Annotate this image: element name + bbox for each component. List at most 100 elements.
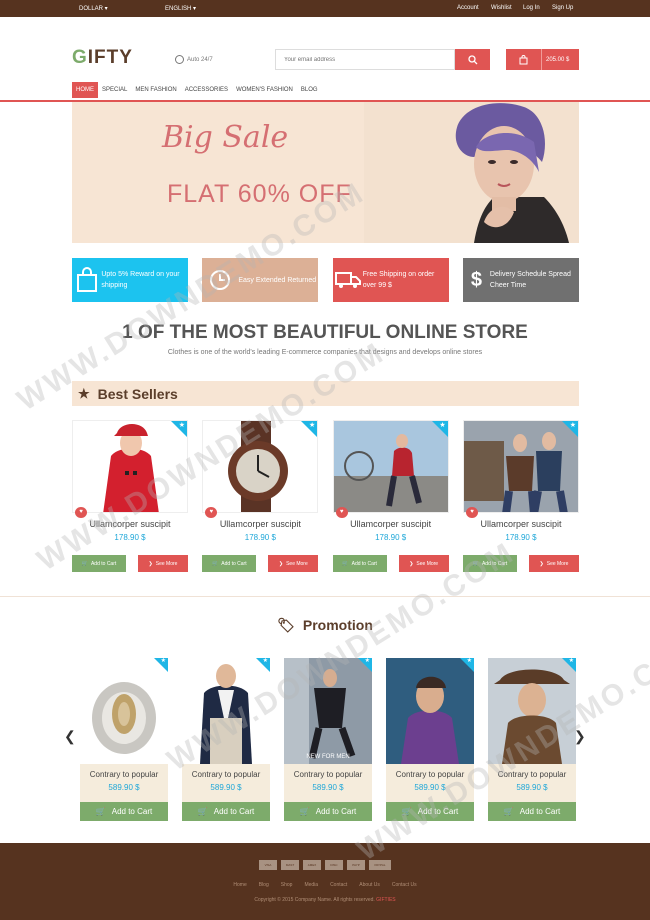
language-selector[interactable]: ENGLISH ▾ <box>165 5 196 12</box>
top-bar: DOLLAR ▾ ENGLISH ▾ Account Wishlist Log … <box>0 0 650 17</box>
add-to-cart-button[interactable]: 🛒 Add to Cart <box>386 802 474 821</box>
footer-link-about[interactable]: About Us <box>359 882 380 888</box>
truck-icon <box>333 271 363 289</box>
copyright-text: Copyright © 2015 Company Name. All right… <box>254 897 375 903</box>
feature-returns[interactable]: Easy Extended Returned <box>202 258 319 302</box>
product-card[interactable]: ★ ♥ Ullamcorper suscipit 178.90 $ 🛒 Add t… <box>72 420 188 573</box>
feature-returns-text: Easy Extended Returned <box>238 276 317 284</box>
product-price: 178.90 $ <box>244 533 276 542</box>
see-more-button[interactable]: ❯ See More <box>138 555 188 572</box>
product-name[interactable]: Ullamcorper suscipit <box>333 519 449 529</box>
footer-link-blog[interactable]: Blog <box>259 882 269 888</box>
payment-methods: VISA MAST AMEX DISC PAYP PAYPAL <box>259 860 391 870</box>
star-icon: ★ <box>309 422 316 429</box>
wishlist-heart-icon[interactable]: ♥ <box>205 507 218 518</box>
promo-name[interactable]: Contrary to popular <box>182 770 270 779</box>
main-nav: HOME SPECIAL MEN FASHION ACCESSORIES WOM… <box>72 82 322 98</box>
promo-name[interactable]: Contrary to popular <box>386 770 474 779</box>
see-more-button[interactable]: ❯ See More <box>528 555 579 572</box>
see-more-label: See More <box>286 560 308 567</box>
add-to-cart-button[interactable]: 🛒 Add to Cart <box>202 555 257 572</box>
promo-image[interactable]: NEW FOR MEN ★ <box>284 658 372 764</box>
carousel-prev-arrow-icon[interactable]: ❮ <box>64 728 76 745</box>
footer-link-contact-us[interactable]: Contact Us <box>392 882 417 888</box>
promo-card[interactable]: ★ Contrary to popular 589.90 $ 🛒 Add to C… <box>386 658 474 821</box>
product-name[interactable]: Ullamcorper suscipit <box>202 519 318 529</box>
nav-blog[interactable]: BLOG <box>297 82 322 98</box>
see-more-button[interactable]: ❯ See More <box>268 555 319 572</box>
currency-selector[interactable]: DOLLAR ▾ <box>79 5 108 12</box>
product-image[interactable]: ★ <box>332 420 449 513</box>
add-to-cart-button[interactable]: 🛒 Add to Cart <box>284 802 372 821</box>
promo-price: 589.90 $ <box>516 783 548 792</box>
add-to-cart-label: Add to Cart <box>417 807 459 816</box>
basket-icon: 🛒 <box>401 807 412 816</box>
promo-card[interactable]: NEW FOR MEN ★ Contrary to popular 589.90… <box>284 658 372 821</box>
product-card[interactable]: ★ ♥ Ullamcorper suscipit 178.90 $ 🛒 Add t… <box>462 420 579 573</box>
best-sellers-list: ★ ♥ Ullamcorper suscipit 178.90 $ 🛒 Add t… <box>72 420 579 573</box>
footer-link-home[interactable]: Home <box>233 882 246 888</box>
footer-link-media[interactable]: Media <box>304 882 318 888</box>
footer-link-contact[interactable]: Contact <box>330 882 347 888</box>
login-link[interactable]: Log In <box>523 5 540 11</box>
product-image[interactable]: ★ <box>462 420 579 513</box>
account-link[interactable]: Account <box>457 5 479 11</box>
best-sellers-title: Best Sellers <box>97 385 178 402</box>
add-to-cart-button[interactable]: 🛒 Add to Cart <box>332 555 387 572</box>
search-input[interactable] <box>275 49 455 70</box>
cart-button[interactable]: 205.00 $ <box>506 49 579 70</box>
product-card[interactable]: ★ ♥ Ullamcorper suscipit 178.90 $ 🛒 Add t… <box>202 420 319 573</box>
product-price: 178.90 $ <box>505 533 537 542</box>
hero-banner[interactable]: Big Sale FLAT 60% OFF <box>72 102 579 243</box>
feature-boxes: Upto 5% Reward on your shipping Easy Ext… <box>72 258 579 302</box>
see-more-label: See More <box>155 560 178 567</box>
promo-card[interactable]: ★ Contrary to popular 589.90 $ 🛒 Add to C… <box>488 658 576 821</box>
bag-icon <box>72 267 101 293</box>
add-to-cart-button[interactable]: 🛒 Add to Cart <box>182 802 270 821</box>
product-image[interactable]: ★ <box>72 420 188 513</box>
basket-icon: 🛒 <box>342 560 349 567</box>
nav-special[interactable]: SPECIAL <box>98 82 131 98</box>
promo-card[interactable]: ★ Contrary to popular 589.90 $ 🛒 Add to C… <box>80 658 168 821</box>
nav-womens-fashion[interactable]: WOMEN'S FASHION <box>232 82 297 98</box>
footer: VISA MAST AMEX DISC PAYP PAYPAL Home Blo… <box>0 843 650 920</box>
add-to-cart-button[interactable]: 🛒 Add to Cart <box>72 555 126 572</box>
feature-delivery[interactable]: $ Delivery Schedule Spread Cheer Time <box>462 258 579 302</box>
nav-accessories[interactable]: ACCESSORIES <box>181 82 232 98</box>
wishlist-heart-icon[interactable]: ♥ <box>335 507 348 518</box>
footer-brand[interactable]: GIFTIES <box>376 897 395 903</box>
wishlist-heart-icon[interactable]: ♥ <box>75 507 87 518</box>
banner-title: Big Sale <box>162 120 289 155</box>
add-to-cart-button[interactable]: 🛒 Add to Cart <box>80 802 168 821</box>
add-to-cart-button[interactable]: 🛒 Add to Cart <box>488 802 576 821</box>
promo-card[interactable]: ★ Contrary to popular 589.90 $ 🛒 Add to C… <box>182 658 270 821</box>
see-more-label: See More <box>416 560 439 567</box>
banner-subtitle: FLAT 60% OFF <box>167 180 352 208</box>
star-icon: ★ <box>160 658 166 664</box>
promo-image[interactable]: ★ <box>80 658 168 764</box>
promo-name[interactable]: Contrary to popular <box>488 770 576 779</box>
promo-name[interactable]: Contrary to popular <box>284 770 372 779</box>
promo-image[interactable]: ★ <box>386 658 474 764</box>
product-name[interactable]: Ullamcorper suscipit <box>463 519 579 529</box>
footer-link-shop[interactable]: Shop <box>281 882 293 888</box>
nav-home[interactable]: HOME <box>72 82 98 98</box>
signup-link[interactable]: Sign Up <box>552 5 573 11</box>
see-more-button[interactable]: ❯ See More <box>398 555 449 572</box>
promo-image[interactable]: ★ <box>488 658 576 764</box>
star-icon: ★ <box>262 658 268 664</box>
feature-shipping[interactable]: Free Shipping on order over 99 $ <box>332 258 449 302</box>
product-image[interactable]: ★ <box>202 420 319 513</box>
star-icon: ★ <box>568 658 574 664</box>
promo-name[interactable]: Contrary to popular <box>80 770 168 779</box>
promo-image[interactable]: ★ <box>182 658 270 764</box>
search-button[interactable] <box>455 49 490 70</box>
feature-reward[interactable]: Upto 5% Reward on your shipping <box>72 258 188 302</box>
product-card[interactable]: ★ ♥ Ullamcorper suscipit 178.90 $ 🛒 Add t… <box>332 420 449 573</box>
add-to-cart-button[interactable]: 🛒 Add to Cart <box>462 555 517 572</box>
product-name[interactable]: Ullamcorper suscipit <box>72 519 188 529</box>
nav-men-fashion[interactable]: MEN FASHION <box>131 82 180 98</box>
wishlist-link[interactable]: Wishlist <box>491 5 512 11</box>
wishlist-heart-icon[interactable]: ♥ <box>465 507 478 518</box>
logo[interactable]: GIFTY <box>72 47 133 69</box>
